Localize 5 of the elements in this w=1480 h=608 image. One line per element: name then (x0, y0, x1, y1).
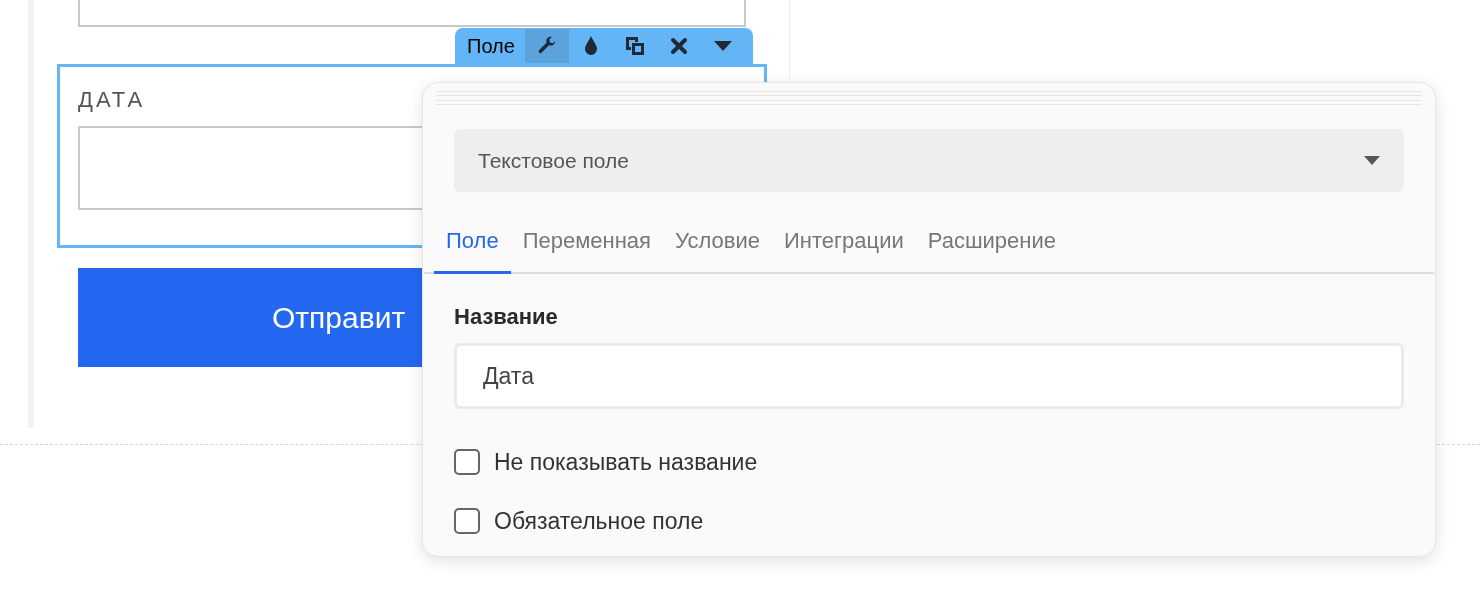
name-label: Название (454, 303, 559, 331)
field-label: ДАТА (78, 86, 146, 114)
toolbar-label: Поле (467, 34, 515, 59)
checkbox-label: Обязательное поле (494, 506, 704, 536)
checkbox-label: Не показывать название (494, 448, 758, 477)
